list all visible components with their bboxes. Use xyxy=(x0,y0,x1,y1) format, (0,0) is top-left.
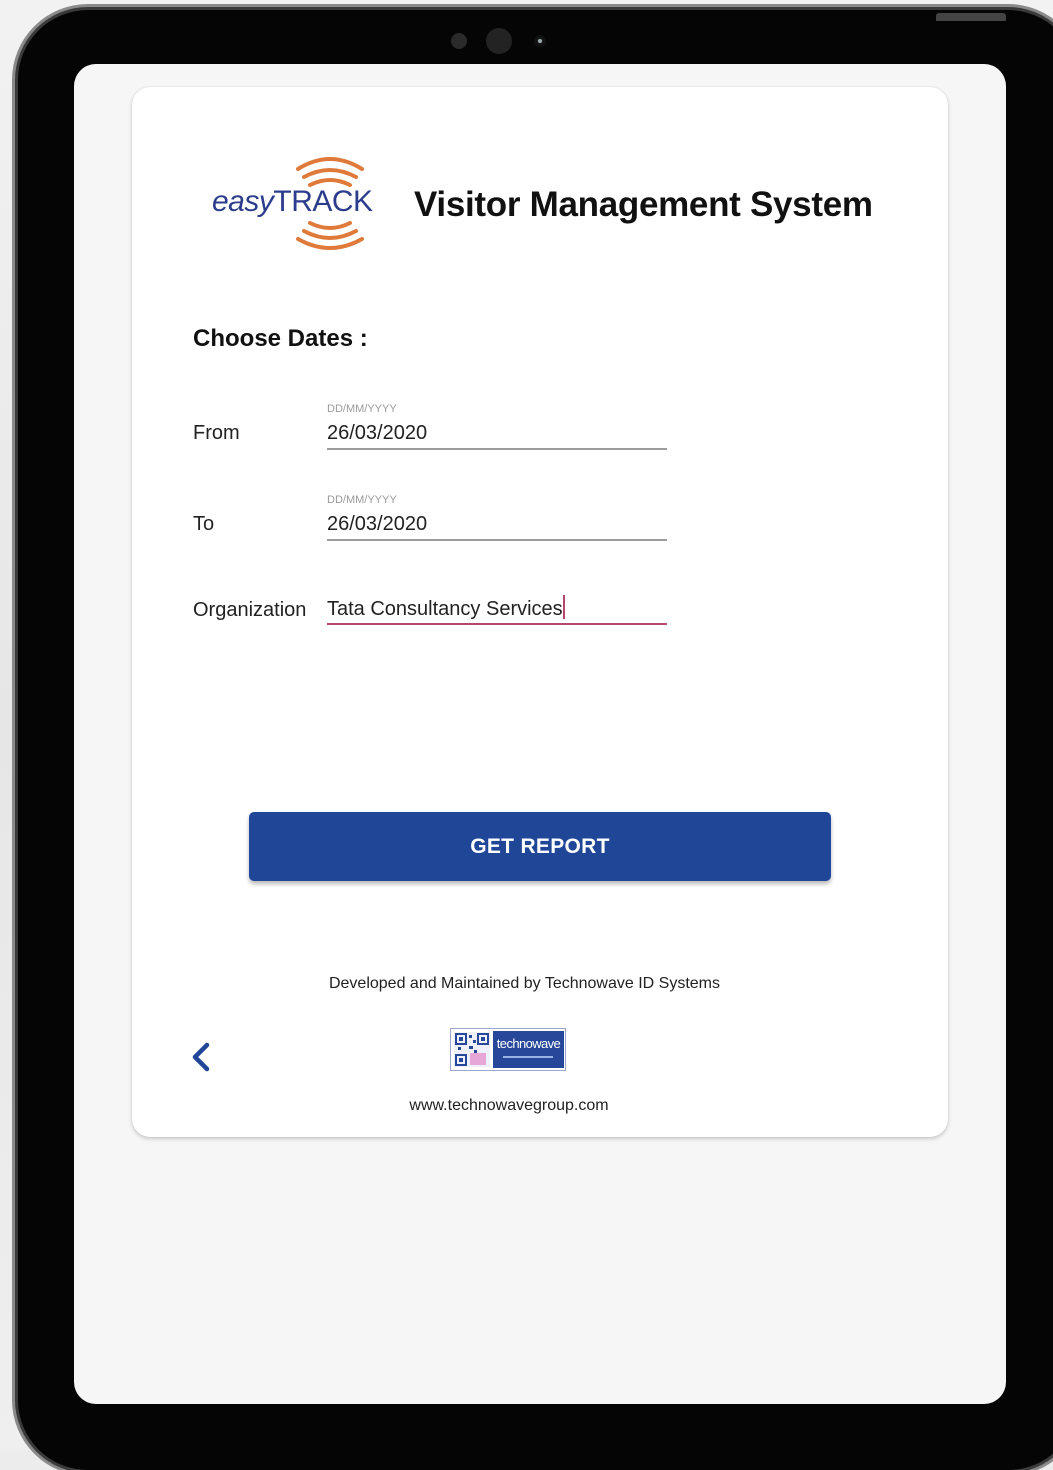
easytrack-logo: easyTRACK xyxy=(210,151,380,257)
sensor-dot xyxy=(451,33,467,49)
to-date-field[interactable]: 26/03/2020 xyxy=(327,511,667,541)
section-title: Choose Dates : xyxy=(193,325,368,352)
organization-value: Tata Consultancy Services xyxy=(327,598,563,620)
tagline-bar xyxy=(503,1056,553,1058)
from-label: From xyxy=(193,422,240,444)
front-camera xyxy=(534,35,546,47)
from-hint: DD/MM/YYYY xyxy=(327,403,397,415)
text-cursor xyxy=(562,595,565,619)
logo-easy: easy xyxy=(212,185,274,218)
website-link[interactable]: www.technowavegroup.com xyxy=(132,1097,886,1115)
organization-label: Organization xyxy=(193,599,307,621)
get-report-button[interactable]: GET REPORT xyxy=(249,812,831,881)
camera-lens xyxy=(486,28,512,54)
chevron-left-icon xyxy=(192,1042,210,1072)
logo-track: TRACK xyxy=(273,185,373,218)
back-button[interactable] xyxy=(184,1037,220,1077)
qr-code-icon xyxy=(454,1032,490,1067)
technowave-badge: technowave xyxy=(493,1031,564,1068)
app-screen: easyTRACK Visitor Management System Choo… xyxy=(74,64,1006,1404)
power-button xyxy=(936,13,1006,21)
organization-field[interactable]: Tata Consultancy Services xyxy=(327,595,667,625)
from-date-field[interactable]: 26/03/2020 xyxy=(327,420,667,450)
technowave-wordmark: technowave xyxy=(496,1036,561,1051)
report-card: easyTRACK Visitor Management System Choo… xyxy=(132,87,948,1137)
page-title: Visitor Management System xyxy=(414,185,873,224)
developer-credit: Developed and Maintained by Technowave I… xyxy=(328,975,721,992)
technowave-logo: technowave xyxy=(450,1028,566,1071)
to-label: To xyxy=(193,513,215,535)
to-hint: DD/MM/YYYY xyxy=(327,494,397,506)
logo-wordmark: easyTRACK xyxy=(212,185,373,219)
